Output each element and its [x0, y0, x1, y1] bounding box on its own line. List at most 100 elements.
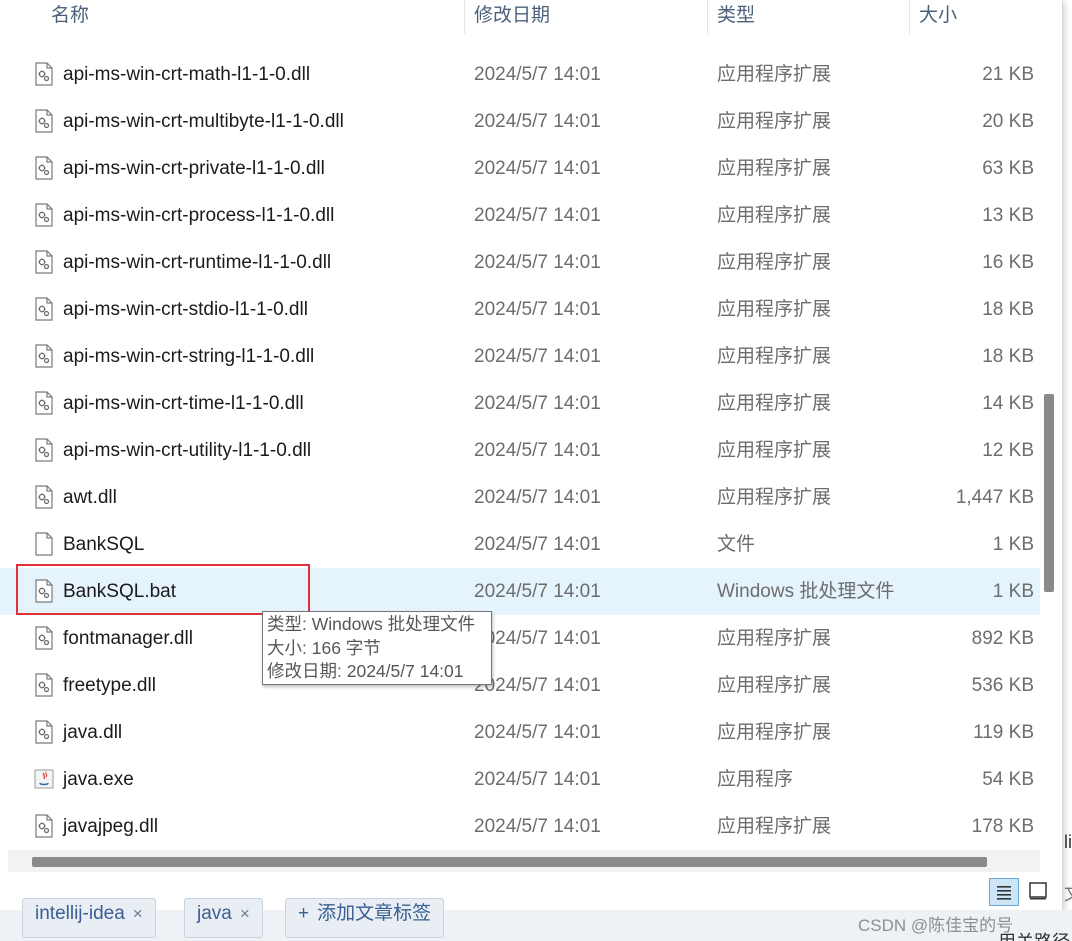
- file-type: 应用程序扩展: [717, 346, 832, 367]
- file-modified-date: 2024/5/7 14:01: [474, 111, 601, 132]
- file-name: javajpeg.dll: [63, 816, 159, 837]
- tooltip-modified: 修改日期: 2024/5/7 14:01: [267, 661, 464, 681]
- file-row[interactable]: fontmanager.dll 2024/5/7 14:01 应用程序扩展 892 K…: [0, 615, 1040, 662]
- file-size: 20 KB: [982, 111, 1034, 132]
- column-header-size[interactable]: 大小: [919, 0, 957, 34]
- close-icon[interactable]: ×: [240, 904, 250, 923]
- file-name: BankSQL: [63, 534, 145, 555]
- horizontal-scrollbar-thumb[interactable]: [32, 857, 987, 867]
- file-row[interactable]: freetype.dll 2024/5/7 14:01 应用程序扩展 536 KB: [0, 662, 1040, 709]
- file-type: 应用程序扩展: [717, 111, 832, 132]
- file-size: 54 KB: [982, 769, 1034, 790]
- file-row[interactable]: api-ms-win-crt-time-l1-1-0.dll 2024/5/7 1…: [0, 380, 1040, 427]
- article-tag[interactable]: intellij-idea ×: [22, 898, 156, 938]
- file-type: 应用程序: [717, 769, 794, 790]
- background-text-fragment: 用关路径: [998, 928, 1070, 941]
- column-divider[interactable]: [707, 0, 708, 34]
- dll-file-icon: [34, 391, 54, 415]
- file-type: 应用程序扩展: [717, 816, 832, 837]
- file-modified-date: 2024/5/7 14:01: [474, 816, 601, 837]
- file-row[interactable]: api-ms-win-crt-process-l1-1-0.dll 2024/5/…: [0, 192, 1040, 239]
- file-row[interactable]: api-ms-win-crt-utility-l1-1-0.dll 2024/5/…: [0, 427, 1040, 474]
- file-row[interactable]: BankSQL 2024/5/7 14:01 文件 1 KB: [0, 521, 1040, 568]
- file-row[interactable]: javajpeg.dll 2024/5/7 14:01 应用程序扩展 178 KB: [0, 803, 1040, 850]
- file-type: 应用程序扩展: [717, 158, 832, 179]
- details-view-icon: [997, 886, 1011, 900]
- file-modified-date: 2024/5/7 14:01: [474, 252, 601, 273]
- file-modified-date: 2024/5/7 14:01: [474, 205, 601, 226]
- file-type: Windows 批处理文件: [717, 581, 895, 602]
- column-header-name[interactable]: 名称: [51, 0, 89, 34]
- file-name: java.exe: [63, 769, 134, 790]
- file-type: 应用程序扩展: [717, 722, 832, 743]
- file-type: 应用程序扩展: [717, 252, 832, 273]
- article-tag[interactable]: java ×: [184, 898, 263, 938]
- file-row[interactable]: java.dll 2024/5/7 14:01 应用程序扩展 119 KB: [0, 709, 1040, 756]
- column-header-date[interactable]: 修改日期: [474, 0, 550, 34]
- file-type: 应用程序扩展: [717, 440, 832, 461]
- file-row[interactable]: api-ms-win-crt-string-l1-1-0.dll 2024/5/7…: [0, 333, 1040, 380]
- large-icons-view-button[interactable]: [1024, 878, 1054, 906]
- file-modified-date: 2024/5/7 14:01: [474, 628, 601, 649]
- close-icon[interactable]: ×: [133, 904, 143, 923]
- file-size: 14 KB: [982, 393, 1034, 414]
- file-name: api-ms-win-crt-utility-l1-1-0.dll: [63, 440, 312, 461]
- file-size: 892 KB: [971, 628, 1034, 649]
- file-type: 文件: [717, 534, 756, 555]
- file-name: api-ms-win-crt-multibyte-l1-1-0.dll: [63, 111, 344, 132]
- file-name: api-ms-win-crt-private-l1-1-0.dll: [63, 158, 325, 179]
- tooltip-size: 大小: 166 字节: [267, 637, 381, 658]
- file-modified-date: 2024/5/7 14:01: [474, 158, 601, 179]
- dll-file-icon: [34, 156, 54, 180]
- file-size: 63 KB: [982, 158, 1034, 179]
- file-size: 1,447 KB: [955, 487, 1034, 508]
- file-row[interactable]: awt.dll 2024/5/7 14:01 应用程序扩展 1,447 KB: [0, 474, 1040, 521]
- file-explorer-window: 名称 修改日期 类型 大小 api-ms-win-crt-math-l1-1-0…: [0, 0, 1063, 911]
- dll-file-icon: [34, 250, 54, 274]
- file-type: 应用程序扩展: [717, 205, 832, 226]
- file-modified-date: 2024/5/7 14:01: [474, 769, 601, 790]
- file-type: 应用程序扩展: [717, 628, 832, 649]
- dll-file-icon: [34, 485, 54, 509]
- vertical-scrollbar-thumb[interactable]: [1044, 394, 1054, 592]
- file-type: 应用程序扩展: [717, 487, 832, 508]
- file-row[interactable]: api-ms-win-crt-stdio-l1-1-0.dll 2024/5/7 …: [0, 286, 1040, 333]
- blank-file-icon: [34, 532, 54, 556]
- file-size: 536 KB: [971, 675, 1034, 696]
- file-modified-date: 2024/5/7 14:01: [474, 581, 601, 602]
- column-divider[interactable]: [464, 0, 465, 34]
- file-size: 13 KB: [982, 205, 1034, 226]
- dll-file-icon: [34, 673, 54, 697]
- details-view-button[interactable]: [989, 878, 1019, 906]
- file-row[interactable]: api-ms-win-crt-private-l1-1-0.dll 2024/5/…: [0, 145, 1040, 192]
- dll-file-icon: [34, 626, 54, 650]
- file-modified-date: 2024/5/7 14:01: [474, 64, 601, 85]
- file-name: freetype.dll: [63, 675, 156, 696]
- file-size: 1 KB: [992, 581, 1034, 602]
- add-article-tag-button[interactable]: + 添加文章标签: [285, 898, 445, 938]
- column-divider[interactable]: [909, 0, 910, 34]
- file-row[interactable]: java.exe 2024/5/7 14:01 应用程序 54 KB: [0, 756, 1040, 803]
- file-type: 应用程序扩展: [717, 64, 832, 85]
- dll-file-icon: [34, 62, 54, 86]
- dll-file-icon: [34, 344, 54, 368]
- file-size: 21 KB: [982, 64, 1034, 85]
- tooltip-type: 类型: Windows 批处理文件: [267, 614, 476, 634]
- file-tooltip: 类型: Windows 批处理文件 大小: 166 字节 修改日期: 2024/…: [262, 611, 492, 685]
- dll-file-icon: [34, 109, 54, 133]
- column-header-type[interactable]: 类型: [717, 0, 755, 34]
- file-row[interactable]: api-ms-win-crt-runtime-l1-1-0.dll 2024/5/…: [0, 239, 1040, 286]
- file-name: api-ms-win-crt-time-l1-1-0.dll: [63, 393, 304, 414]
- file-size: 1 KB: [992, 534, 1034, 555]
- dll-file-icon: [34, 720, 54, 744]
- file-modified-date: 2024/5/7 14:01: [474, 299, 601, 320]
- file-modified-date: 2024/5/7 14:01: [474, 440, 601, 461]
- file-name: api-ms-win-crt-stdio-l1-1-0.dll: [63, 299, 308, 320]
- file-row[interactable]: api-ms-win-crt-math-l1-1-0.dll 2024/5/7 1…: [0, 51, 1040, 98]
- file-row[interactable]: api-ms-win-crt-multibyte-l1-1-0.dll 2024/…: [0, 98, 1040, 145]
- file-modified-date: 2024/5/7 14:01: [474, 722, 601, 743]
- file-modified-date: 2024/5/7 14:01: [474, 534, 601, 555]
- file-name: awt.dll: [63, 487, 117, 508]
- tag-label: 添加文章标签: [317, 903, 432, 924]
- tag-label: intellij-idea: [35, 903, 125, 924]
